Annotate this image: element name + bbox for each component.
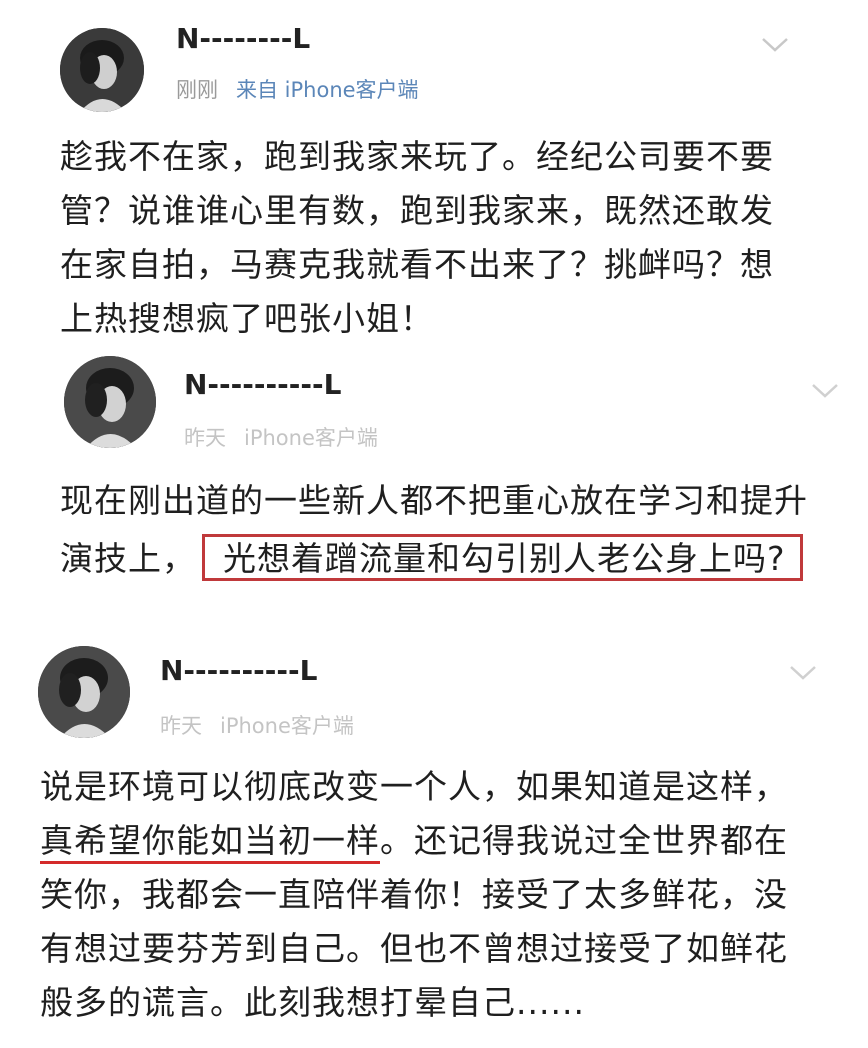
username[interactable]: N----------L bbox=[184, 368, 342, 401]
weibo-post-3: N----------L 昨天 iPhone客户端 说是环境可以彻底改变一个人，如… bbox=[0, 620, 868, 1048]
post-source[interactable]: iPhone客户端 bbox=[244, 426, 378, 450]
avatar-photo bbox=[64, 356, 156, 448]
content-text: 演技上， bbox=[60, 539, 196, 578]
content-line: 说是环境可以彻底改变一个人，如果知道是这样， bbox=[40, 767, 788, 806]
post-source[interactable]: iPhone客户端 bbox=[220, 714, 354, 738]
content-line: 真希望你能如当初一样。还记得我说过全世界都在 bbox=[40, 814, 840, 868]
avatar-photo bbox=[60, 28, 144, 112]
content-line: 般多的谎言。此刻我想打晕自己...... bbox=[40, 983, 585, 1022]
avatar[interactable] bbox=[60, 28, 144, 112]
content-line: 有想过要芬芳到自己。但也不曾想过接受了如鲜花 bbox=[40, 929, 788, 968]
highlight-box: 光想着蹭流量和勾引别人老公身上吗? bbox=[202, 534, 803, 581]
avatar-photo bbox=[38, 646, 130, 738]
content-text: 。还记得我说过全世界都在 bbox=[380, 821, 788, 860]
content-line: 管？说谁谁心里有数，跑到我家来，既然还敢发 bbox=[60, 191, 774, 230]
username[interactable]: N--------L bbox=[176, 22, 310, 55]
post-source[interactable]: 来自 iPhone客户端 bbox=[236, 78, 419, 102]
username[interactable]: N----------L bbox=[160, 654, 318, 687]
weibo-post-2: N----------L 昨天 iPhone客户端 现在刚出道的一些新人都不把重心… bbox=[0, 340, 868, 620]
content-line: 演技上， 光想着蹭流量和勾引别人老公身上吗? bbox=[60, 532, 860, 586]
underlined-text: 真希望你能如当初一样 bbox=[40, 821, 380, 860]
chevron-down-icon[interactable] bbox=[760, 36, 790, 54]
chevron-down-icon[interactable] bbox=[788, 664, 818, 682]
weibo-post-1: N--------L 刚刚 来自 iPhone客户端 趁我不在家，跑到我家来玩了。… bbox=[0, 0, 868, 340]
post-time: 刚刚 bbox=[176, 78, 218, 102]
avatar[interactable] bbox=[38, 646, 130, 738]
content-line: 在家自拍，马赛克我就看不出来了？挑衅吗？想 bbox=[60, 245, 774, 284]
avatar[interactable] bbox=[64, 356, 156, 448]
post-content: 说是环境可以彻底改变一个人，如果知道是这样， 真希望你能如当初一样。还记得我说过… bbox=[40, 760, 840, 1030]
post-meta: 昨天 iPhone客户端 bbox=[184, 422, 378, 452]
post-time: 昨天 bbox=[184, 426, 226, 450]
post-time: 昨天 bbox=[160, 714, 202, 738]
content-line: 笑你，我都会一直陪伴着你！接受了太多鲜花，没 bbox=[40, 875, 788, 914]
content-line: 上热搜想疯了吧张小姐！ bbox=[60, 299, 434, 338]
post-meta: 昨天 iPhone客户端 bbox=[160, 710, 354, 740]
chevron-down-icon[interactable] bbox=[810, 382, 840, 400]
post-meta: 刚刚 来自 iPhone客户端 bbox=[176, 74, 419, 104]
content-line: 趁我不在家，跑到我家来玩了。经纪公司要不要 bbox=[60, 137, 774, 176]
post-content: 趁我不在家，跑到我家来玩了。经纪公司要不要 管？说谁谁心里有数，跑到我家来，既然… bbox=[60, 130, 860, 346]
content-line: 现在刚出道的一些新人都不把重心放在学习和提升 bbox=[60, 481, 808, 520]
post-content: 现在刚出道的一些新人都不把重心放在学习和提升 演技上， 光想着蹭流量和勾引别人老公… bbox=[60, 474, 860, 586]
